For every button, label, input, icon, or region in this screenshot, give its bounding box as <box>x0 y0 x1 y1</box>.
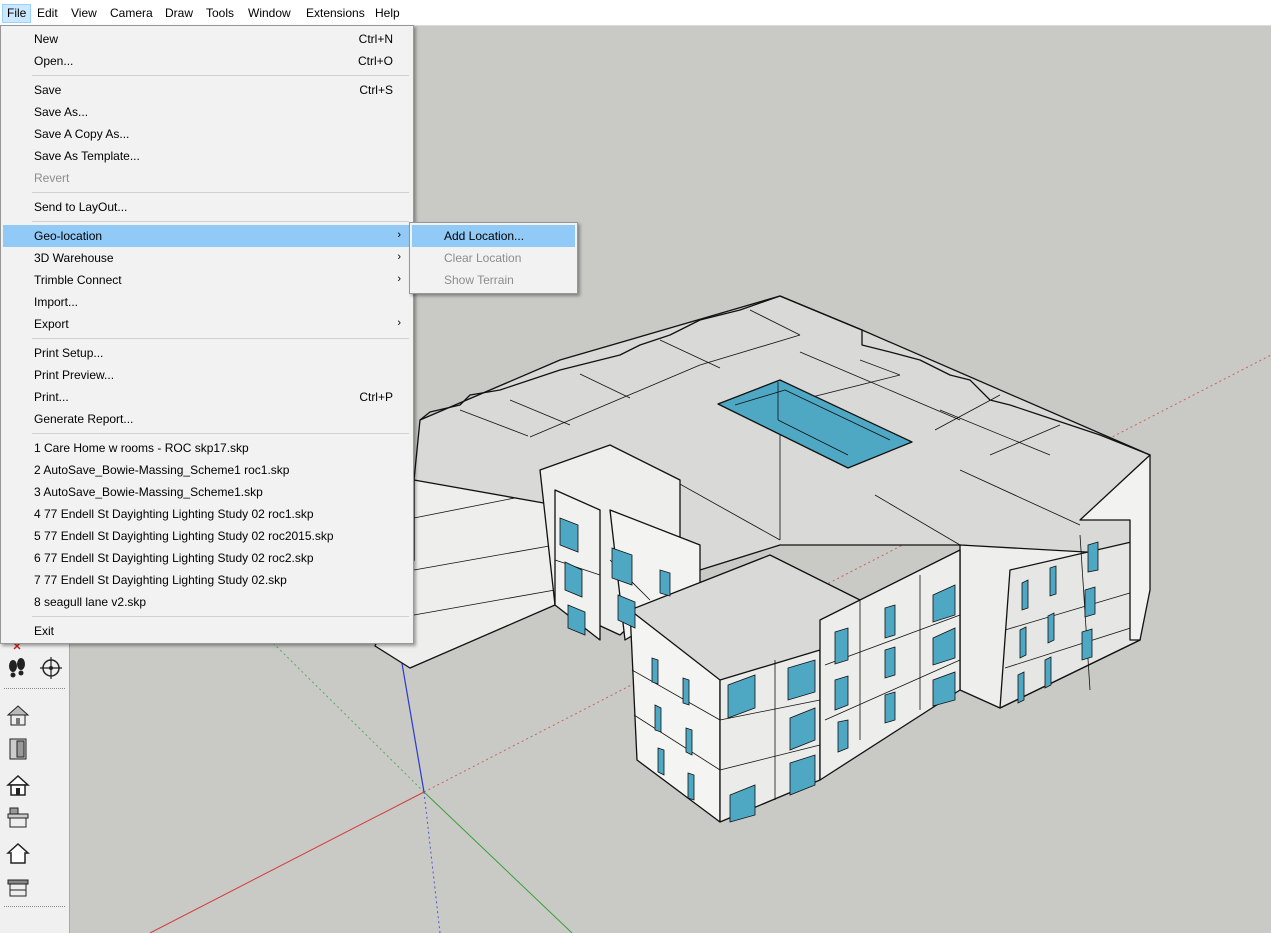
menu-item-new[interactable]: New Ctrl+N <box>3 28 411 50</box>
house-plain-icon[interactable] <box>5 840 31 866</box>
menu-separator <box>32 338 409 339</box>
menu-item-save-as-template[interactable]: Save As Template... <box>3 145 411 167</box>
menu-window[interactable]: Window <box>244 4 295 23</box>
recent-file-item[interactable]: 1 Care Home w rooms - ROC skp17.skp <box>3 437 411 459</box>
menu-item-label: Send to LayOut... <box>34 200 128 214</box>
menu-item-label: Print Preview... <box>34 368 115 382</box>
menu-separator <box>32 433 409 434</box>
recent-file-label: 5 77 Endell St Dayighting Lighting Study… <box>34 529 334 543</box>
menu-item-3d-warehouse[interactable]: 3D Warehouse › <box>3 247 411 269</box>
recent-file-label: 2 AutoSave_Bowie-Massing_Scheme1 roc1.sk… <box>34 463 290 477</box>
recent-file-item[interactable]: 8 seagull lane v2.skp <box>3 591 411 613</box>
menu-item-export[interactable]: Export › <box>3 313 411 335</box>
menu-item-trimble-connect[interactable]: Trimble Connect › <box>3 269 411 291</box>
menu-view[interactable]: View <box>67 4 101 23</box>
shortcut-label: Ctrl+N <box>358 32 393 46</box>
menu-item-print[interactable]: Print... Ctrl+P <box>3 386 411 408</box>
recent-file-item[interactable]: 7 77 Endell St Dayighting Lighting Study… <box>3 569 411 591</box>
menu-item-save[interactable]: Save Ctrl+S <box>3 79 411 101</box>
menu-item-clear-location: Clear Location <box>412 247 575 269</box>
menu-item-print-preview[interactable]: Print Preview... <box>3 364 411 386</box>
menu-help[interactable]: Help <box>371 4 404 23</box>
menu-item-label: Add Location... <box>444 229 525 243</box>
recent-file-item[interactable]: 5 77 Endell St Dayighting Lighting Study… <box>3 525 411 547</box>
shortcut-label: Ctrl+O <box>357 54 393 68</box>
menu-item-send-to-layout[interactable]: Send to LayOut... <box>3 196 411 218</box>
menu-item-show-terrain: Show Terrain <box>412 269 575 291</box>
house-outline-icon[interactable] <box>5 772 31 798</box>
recent-file-label: 6 77 Endell St Dayighting Lighting Study… <box>34 551 314 565</box>
menu-item-label: Geo-location <box>34 229 103 243</box>
position-camera-icon[interactable] <box>39 656 63 680</box>
menu-extensions[interactable]: Extensions <box>302 4 369 23</box>
menu-camera[interactable]: Camera <box>106 4 157 23</box>
menu-item-label: Exit <box>34 624 55 638</box>
menu-bar: File Edit View Camera Draw Tools Window … <box>0 0 1271 26</box>
menu-separator <box>32 221 409 222</box>
menu-item-generate-report[interactable]: Generate Report... <box>3 408 411 430</box>
menu-item-label: Print Setup... <box>34 346 104 360</box>
bus-stop-icon[interactable] <box>5 874 31 900</box>
menu-item-revert: Revert <box>3 167 411 189</box>
menu-item-label: Open... <box>34 54 74 68</box>
building-model[interactable] <box>374 295 1151 823</box>
house-icon[interactable] <box>5 702 31 728</box>
geo-location-submenu: Add Location... Clear Location Show Terr… <box>409 222 578 294</box>
menu-item-label: 3D Warehouse <box>34 251 114 265</box>
recent-file-item[interactable]: 4 77 Endell St Dayighting Lighting Study… <box>3 503 411 525</box>
menu-separator <box>32 616 409 617</box>
recent-file-item[interactable]: 2 AutoSave_Bowie-Massing_Scheme1 roc1.sk… <box>3 459 411 481</box>
menu-item-exit[interactable]: Exit <box>3 620 411 642</box>
door-icon[interactable] <box>5 736 31 762</box>
menu-separator <box>32 192 409 193</box>
menu-item-geo-location[interactable]: Geo-location › <box>3 225 411 247</box>
footprints-icon[interactable] <box>5 656 29 680</box>
menu-item-add-location[interactable]: Add Location... <box>412 225 575 247</box>
menu-item-save-as[interactable]: Save As... <box>3 101 411 123</box>
menu-draw[interactable]: Draw <box>161 4 197 23</box>
submenu-arrow-icon: › <box>397 229 401 241</box>
tool-palette <box>0 640 70 933</box>
recent-file-label: 7 77 Endell St Dayighting Lighting Study… <box>34 573 287 587</box>
shed-icon[interactable] <box>5 804 31 830</box>
menu-item-label: Save As Template... <box>34 149 140 163</box>
submenu-arrow-icon: › <box>397 317 401 329</box>
menu-item-label: Save As... <box>34 105 89 119</box>
menu-tools[interactable]: Tools <box>202 4 238 23</box>
toolbar-divider <box>4 688 65 689</box>
menu-item-save-copy-as[interactable]: Save A Copy As... <box>3 123 411 145</box>
file-menu-dropdown: New Ctrl+N Open... Ctrl+O Save Ctrl+S Save … <box>0 25 414 644</box>
menu-item-label: Show Terrain <box>444 273 514 287</box>
menu-item-label: Import... <box>34 295 79 309</box>
recent-file-label: 8 seagull lane v2.skp <box>34 595 147 609</box>
recent-file-label: 4 77 Endell St Dayighting Lighting Study… <box>34 507 314 521</box>
menu-item-label: Revert <box>34 171 70 185</box>
menu-item-label: Generate Report... <box>34 412 134 426</box>
menu-item-print-setup[interactable]: Print Setup... <box>3 342 411 364</box>
recent-file-label: 1 Care Home w rooms - ROC skp17.skp <box>34 441 249 455</box>
recent-file-label: 3 AutoSave_Bowie-Massing_Scheme1.skp <box>34 485 263 499</box>
menu-item-label: New <box>34 32 59 46</box>
menu-item-label: Save A Copy As... <box>34 127 130 141</box>
submenu-arrow-icon: › <box>397 251 401 263</box>
shortcut-label: Ctrl+P <box>359 390 393 404</box>
menu-item-label: Clear Location <box>444 251 522 265</box>
recent-file-item[interactable]: 3 AutoSave_Bowie-Massing_Scheme1.skp <box>3 481 411 503</box>
menu-edit[interactable]: Edit <box>33 4 62 23</box>
toolbar-divider <box>4 906 65 907</box>
shortcut-label: Ctrl+S <box>359 83 393 97</box>
menu-item-open[interactable]: Open... Ctrl+O <box>3 50 411 72</box>
menu-item-label: Print... <box>34 390 69 404</box>
menu-item-label: Export <box>34 317 69 331</box>
menu-item-label: Trimble Connect <box>34 273 122 287</box>
recent-file-item[interactable]: 6 77 Endell St Dayighting Lighting Study… <box>3 547 411 569</box>
menu-item-label: Save <box>34 83 62 97</box>
submenu-arrow-icon: › <box>397 273 401 285</box>
menu-file[interactable]: File <box>2 4 32 23</box>
menu-separator <box>32 75 409 76</box>
menu-item-import[interactable]: Import... <box>3 291 411 313</box>
